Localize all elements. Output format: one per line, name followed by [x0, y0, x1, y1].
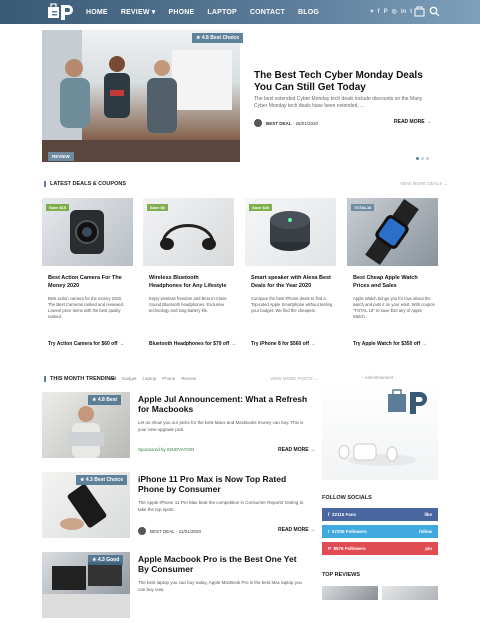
tab-laptop[interactable]: Laptop	[143, 376, 157, 381]
pinterest-icon[interactable]: P	[384, 7, 388, 17]
tab-review[interactable]: Review	[181, 376, 196, 381]
deal-title[interactable]: Best Cheap Apple Watch Prices and Sales	[353, 274, 435, 290]
view-more-deals[interactable]: VIEW MORE DEALS →	[400, 181, 448, 186]
deal-desc: Apple Watch brings you for love about th…	[353, 296, 435, 319]
featured-excerpt: The best extended Cyber Monday tech deal…	[254, 96, 423, 109]
review-thumb[interactable]	[382, 586, 438, 600]
review-thumb[interactable]	[322, 586, 378, 600]
avatar	[138, 527, 146, 535]
trending-post[interactable]: ★ 4.8 Best Apple Jul Announcement: What …	[42, 392, 315, 458]
author-meta: BEST DEAL · 26/01/2020	[254, 119, 318, 127]
avatar	[254, 119, 262, 127]
deal-card[interactable]: Save $6 Wireless Bluetooth Headphones fo…	[143, 198, 236, 358]
deal-title[interactable]: Smart speaker with Alexa Best Deals for …	[251, 274, 333, 290]
category-label[interactable]: REVIEW	[48, 152, 74, 161]
nav-blog[interactable]: BLOG	[298, 9, 319, 16]
facebook-counter[interactable]: f 22115 Fans like	[322, 508, 438, 521]
ad-label: - Advertisement -	[362, 375, 397, 380]
advertisement[interactable]	[322, 382, 438, 480]
post-meta: BEST DEAL · 21/01/2020	[138, 527, 201, 535]
deal-cta[interactable]: Try Apple Watch for $350 off →	[353, 341, 427, 347]
tab-all[interactable]: All	[110, 376, 116, 381]
tab-phone[interactable]: Phone	[162, 376, 175, 381]
nav-laptop[interactable]: LAPTOP	[207, 9, 236, 16]
deal-cta[interactable]: Try iPhone 8 for $560 off →	[251, 341, 315, 347]
deal-card[interactable]: Save $40 Smart speaker with Alexa Best D…	[245, 198, 336, 358]
nav-phone[interactable]: PHONE	[169, 9, 195, 16]
deal-desc: Compare the best iPhone deals to find a …	[251, 296, 333, 313]
featured-image[interactable]	[42, 30, 240, 162]
tab-gadget[interactable]: Gadget	[122, 376, 137, 381]
deal-cta[interactable]: Try Action Camera for $60 off →	[48, 341, 124, 347]
heart-icon[interactable]: ♥	[370, 7, 374, 17]
post-meta: Sponsored by INNOVATION	[138, 447, 195, 452]
deal-card[interactable]: TOTAL10 Best Cheap Apple Watch Prices an…	[347, 198, 438, 358]
twitter-counter[interactable]: t 67205 Followers follow	[322, 525, 438, 538]
deal-card[interactable]: Save $10 Best Action Camera For The Mone…	[42, 198, 133, 358]
top-navbar: HOME REVIEW ▾ PHONE LAPTOP CONTACT BLOG …	[0, 0, 480, 24]
price-badge: Save $10	[46, 204, 70, 211]
section-title-socials: FOLLOW SOCIALS	[322, 495, 372, 501]
main-nav: HOME REVIEW ▾ PHONE LAPTOP CONTACT BLOG	[86, 0, 332, 24]
rating-badge: ★ 4.8 Best Choice	[192, 33, 244, 43]
facebook-icon[interactable]: f	[378, 7, 380, 17]
deal-desc: Enjoy wireless freedom and Best In-Class…	[149, 296, 227, 313]
section-title-top-reviews: TOP REVIEWS	[322, 572, 361, 578]
nav-home[interactable]: HOME	[86, 9, 108, 16]
read-more-link[interactable]: READ MORE →	[394, 119, 431, 125]
social-counters: f 22115 Fans like t 67205 Followers follow…	[322, 508, 438, 559]
nav-review[interactable]: REVIEW ▾	[121, 8, 156, 16]
trending-post[interactable]: ★ 4.3 Good Apple Macbook Pro is the Best…	[42, 552, 312, 618]
read-more-link[interactable]: READ MORE →	[278, 447, 315, 453]
coupon-badge: TOTAL10	[351, 204, 375, 211]
post-excerpt: The Apple iPhone 11 Pro Max beat the com…	[138, 500, 304, 512]
deal-desc: Best action camera for the money 2020, T…	[48, 296, 125, 319]
post-excerpt: The best laptop you can buy today, Apple…	[138, 580, 303, 592]
deal-title[interactable]: Best Action Camera For The Money 2020	[48, 274, 130, 290]
pinterest-counter[interactable]: P 8575 Followers pin	[322, 542, 438, 555]
search-icon[interactable]	[429, 6, 440, 17]
deal-title[interactable]: Wireless Bluetooth Headphones for Any Li…	[149, 274, 231, 290]
read-more-link[interactable]: READ MORE →	[278, 527, 315, 533]
instagram-icon[interactable]: ◎	[392, 7, 397, 17]
rating-badge: ★ 4.3 Best Choice	[76, 475, 128, 485]
social-links: ♥ f P ◎ in t	[370, 7, 416, 17]
post-title[interactable]: Apple Jul Announcement: What a Refresh f…	[138, 394, 308, 414]
slider-dots[interactable]	[414, 157, 429, 160]
site-logo[interactable]	[46, 3, 76, 21]
view-more-posts[interactable]: VIEW MORE POSTS →	[270, 376, 319, 381]
featured-post[interactable]: ★ 4.8 Best Choice REVIEW The Best Tech C…	[42, 30, 438, 162]
nav-contact[interactable]: CONTACT	[250, 9, 285, 16]
rating-badge: ★ 4.8 Best	[88, 395, 122, 405]
section-title-trending: THIS MONTH TRENDING	[44, 376, 114, 382]
price-badge: Save $6	[147, 204, 168, 211]
section-title-deals: LATEST DEALS & COUPONS	[44, 181, 126, 187]
post-title[interactable]: iPhone 11 Pro Max is Now Top Rated Phone…	[138, 474, 308, 494]
trending-tabs: All Gadget Laptop Phone Review	[110, 376, 202, 381]
post-title[interactable]: Apple Macbook Pro is the Best One Yet By…	[138, 554, 308, 574]
post-excerpt: Let us show you our picks for the best M…	[138, 420, 304, 432]
price-badge: Save $40	[249, 204, 273, 211]
tumblr-icon[interactable]: t	[410, 7, 412, 17]
rating-badge: ★ 4.3 Good	[88, 555, 124, 565]
deal-cta[interactable]: Bluetooth Headphones for $79 off →	[149, 341, 236, 347]
cart-icon[interactable]	[414, 6, 426, 18]
featured-title[interactable]: The Best Tech Cyber Monday Deals You Can…	[254, 70, 429, 94]
trending-post[interactable]: ★ 4.3 Best Choice iPhone 11 Pro Max is N…	[42, 472, 315, 538]
linkedin-icon[interactable]: in	[401, 7, 406, 17]
